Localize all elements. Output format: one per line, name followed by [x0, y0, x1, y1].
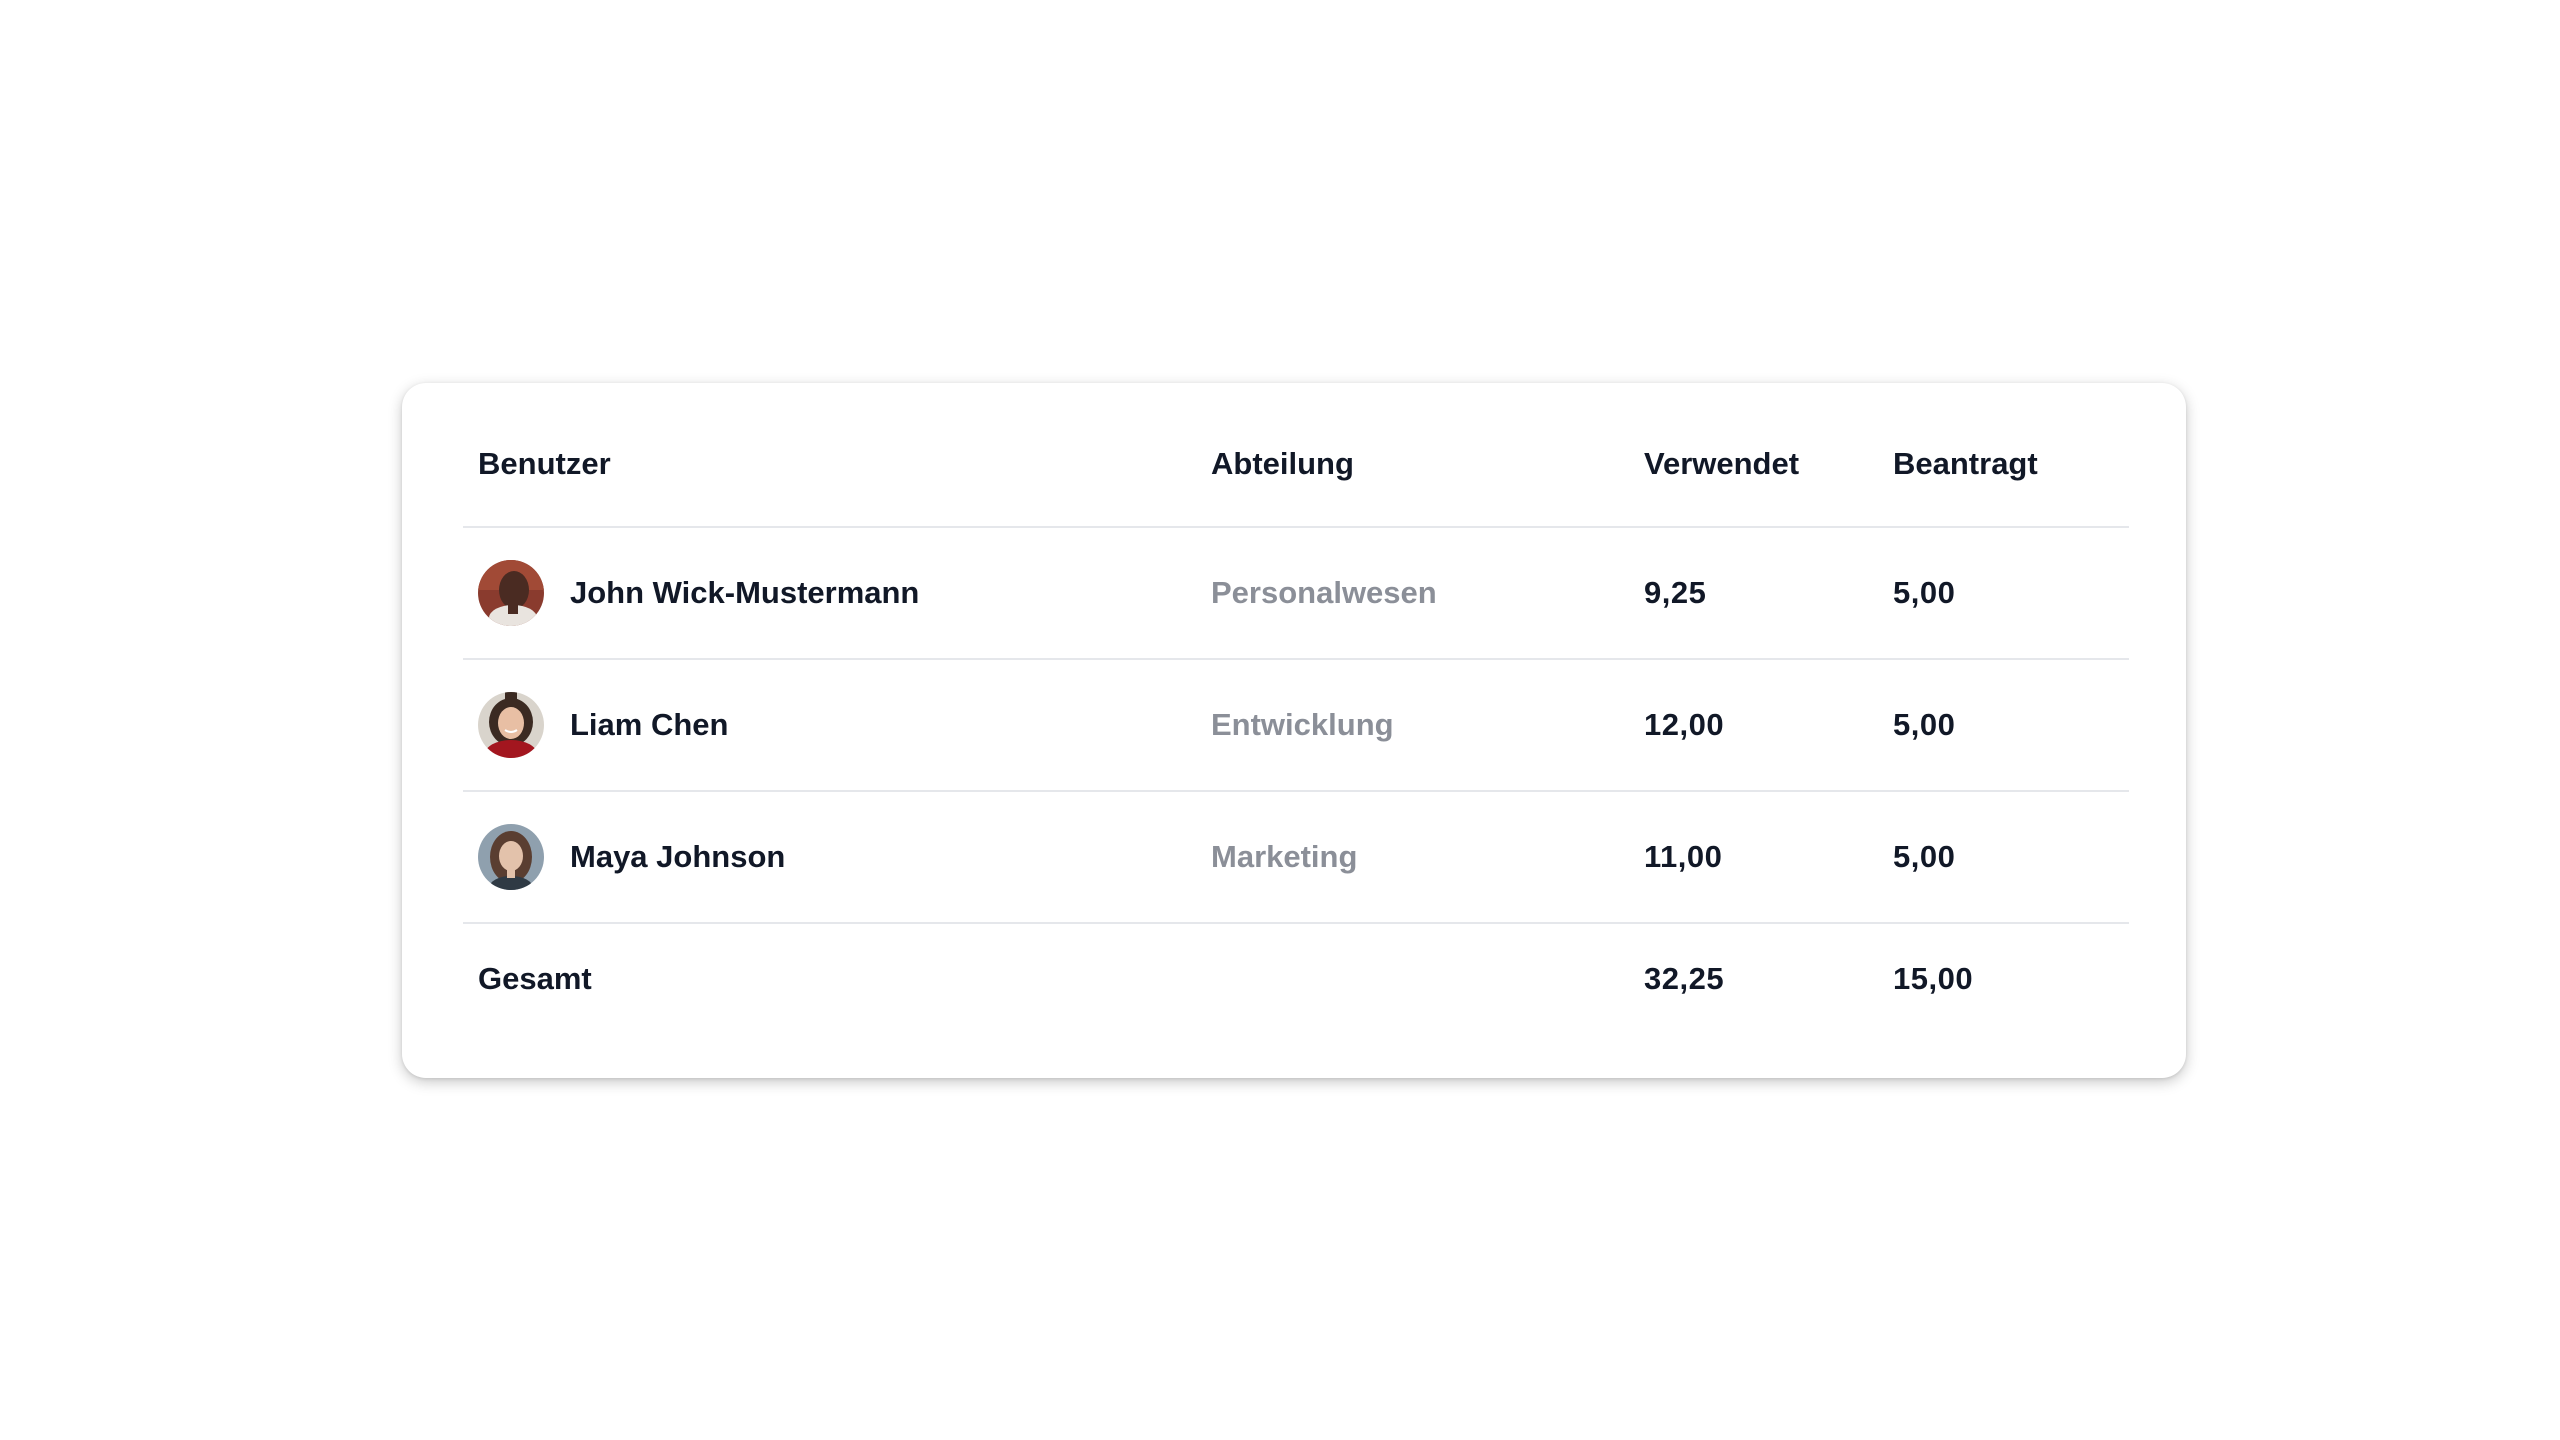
total-row: Gesamt 32,25 15,00 [463, 924, 2129, 1034]
user-name: John Wick-Mustermann [570, 575, 920, 610]
header-department[interactable]: Abteilung [1211, 383, 1354, 526]
user-name: Liam Chen [570, 707, 729, 742]
department-cell: Marketing [1211, 839, 1358, 874]
requested-cell: 5,00 [1893, 839, 1956, 874]
user-cell: Liam Chen [478, 660, 728, 790]
table-row[interactable]: John Wick-Mustermann Personalwesen 9,25 … [463, 528, 2129, 660]
table-row[interactable]: Liam Chen Entwicklung 12,00 5,00 [463, 660, 2129, 792]
requested-cell: 5,00 [1893, 575, 1956, 610]
total-used: 32,25 [1644, 961, 1725, 996]
user-cell: John Wick-Mustermann [478, 528, 919, 658]
department-cell: Entwicklung [1211, 707, 1394, 742]
table-row[interactable]: Maya Johnson Marketing 11,00 5,00 [463, 792, 2129, 924]
used-cell: 9,25 [1644, 575, 1707, 610]
header-requested[interactable]: Beantragt [1893, 383, 2038, 526]
avatar [478, 692, 544, 758]
user-name: Maya Johnson [570, 839, 786, 874]
total-label: Gesamt [478, 961, 592, 996]
avatar [478, 560, 544, 626]
department-cell: Personalwesen [1211, 575, 1437, 610]
table-header-row: Benutzer Abteilung Verwendet Beantragt [463, 383, 2129, 528]
header-used[interactable]: Verwendet [1644, 383, 1799, 526]
used-cell: 12,00 [1644, 707, 1725, 742]
used-cell: 11,00 [1644, 839, 1723, 874]
usage-table: Benutzer Abteilung Verwendet Beantragt J… [463, 383, 2129, 1034]
user-cell: Maya Johnson [478, 792, 785, 922]
usage-table-card: Benutzer Abteilung Verwendet Beantragt J… [402, 383, 2186, 1078]
header-user[interactable]: Benutzer [478, 383, 611, 526]
requested-cell: 5,00 [1893, 707, 1956, 742]
avatar [478, 824, 544, 890]
total-requested: 15,00 [1893, 961, 1974, 996]
